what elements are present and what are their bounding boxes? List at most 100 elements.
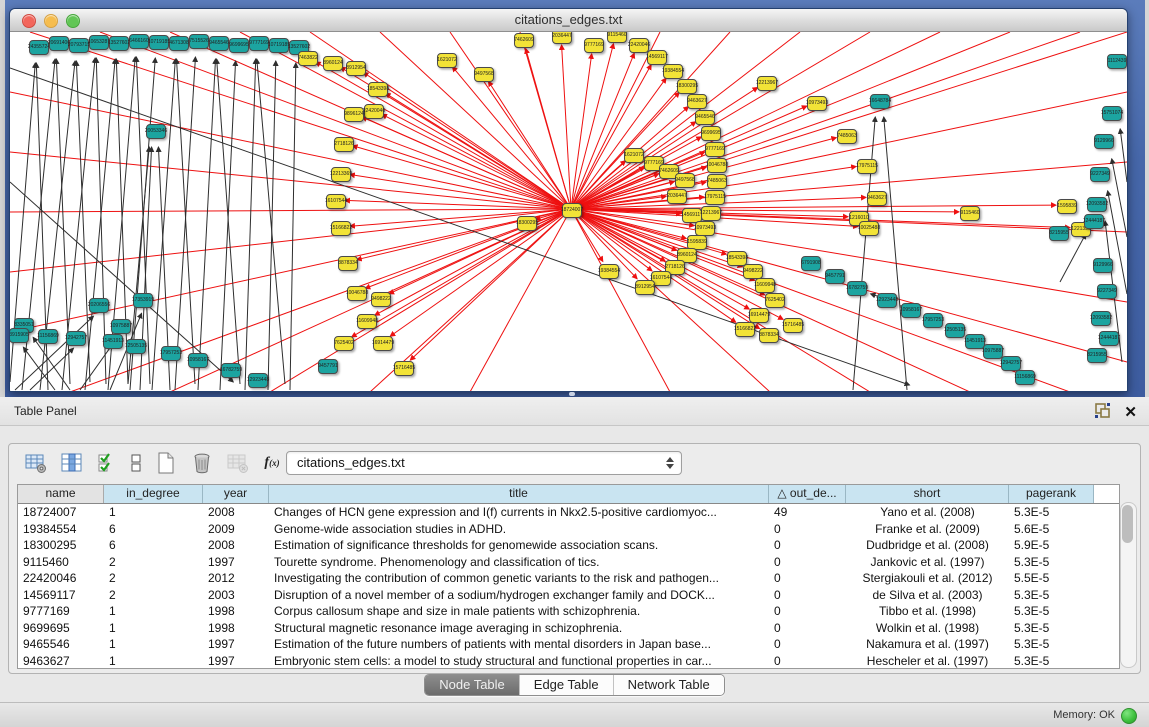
graph-node[interactable]: 12942757 — [66, 331, 86, 346]
graph-node[interactable]: 15716485 — [394, 361, 414, 376]
graph-node[interactable]: 7485063 — [837, 129, 857, 144]
graph-node[interactable]: 7625402 — [765, 293, 785, 308]
graph-node[interactable]: 9497568 — [474, 67, 494, 82]
memory-status-indicator-icon[interactable] — [1121, 708, 1137, 724]
float-panel-icon[interactable] — [1095, 403, 1110, 423]
graph-node[interactable]: 6466160 — [129, 34, 149, 49]
graph-node[interactable]: 15166822 — [331, 221, 351, 236]
graph-node[interactable]: 12213967 — [701, 206, 721, 221]
graph-node[interactable]: 10719185 — [269, 38, 289, 53]
graph-node[interactable]: 16914479 — [749, 308, 769, 323]
graph-node[interactable]: 18300295 — [677, 79, 697, 94]
select-rows-check-icon[interactable] — [95, 450, 121, 476]
graph-node[interactable]: 16914479 — [373, 336, 393, 351]
table-row[interactable]: 977716911998Corpus callosum shape and si… — [18, 603, 1119, 620]
graph-node[interactable]: 18543398 — [727, 251, 747, 266]
graph-node[interactable]: 9498222 — [371, 292, 391, 307]
graph-node[interactable]: 10973493 — [807, 96, 827, 111]
graph-node[interactable]: 7485063 — [707, 174, 727, 189]
graph-node[interactable]: 9457791 — [825, 269, 845, 284]
graph-node[interactable]: 9777169 — [705, 142, 725, 157]
graph-node[interactable]: 24355724 — [29, 40, 49, 55]
table-row[interactable]: 1938455462009Genome-wide association stu… — [18, 521, 1119, 538]
graph-node[interactable]: 7462609 — [514, 33, 534, 48]
graph-node[interactable]: 10025488 — [859, 221, 879, 236]
tab-network-table[interactable]: Network Table — [613, 675, 724, 695]
graph-node[interactable]: 9463627 — [687, 94, 707, 109]
graph-node[interactable]: 15751074 — [1102, 106, 1122, 121]
graph-node[interactable]: 11451913 — [103, 334, 123, 349]
window-titlebar[interactable]: citations_edges.txt — [10, 9, 1127, 32]
graph-node[interactable]: 9777169 — [249, 36, 269, 51]
graph-node[interactable]: 18300295 — [517, 216, 537, 231]
graph-node[interactable]: 10975887 — [983, 344, 1003, 359]
graph-node[interactable]: 8878334 — [759, 328, 779, 343]
column-header-in_degree[interactable]: in_degree — [104, 485, 203, 503]
graph-node[interactable]: 17957253 — [923, 313, 943, 328]
graph-node[interactable]: 20053346 — [146, 124, 166, 139]
graph-node[interactable]: 10958167 — [188, 353, 208, 368]
graph-node[interactable]: 9129966 — [1093, 258, 1113, 273]
graph-node[interactable]: 20206556 — [89, 298, 109, 313]
table-row[interactable]: 1830029562008Estimation of significance … — [18, 537, 1119, 554]
graph-node[interactable]: 9457791 — [318, 359, 338, 374]
graph-node[interactable]: 7625402 — [334, 336, 354, 351]
graph-node[interactable]: 6791908 — [801, 256, 821, 271]
graph-node[interactable]: 10958167 — [901, 303, 921, 318]
vertical-scrollbar[interactable] — [1120, 502, 1137, 668]
graph-node[interactable]: 11451913 — [965, 334, 985, 349]
graph-node[interactable]: 9699695 — [701, 126, 721, 141]
graph-node[interactable]: 17353919 — [133, 293, 153, 308]
graph-node[interactable]: 8960124 — [323, 56, 343, 71]
graph-node[interactable]: 9115460 — [607, 32, 627, 43]
graph-node[interactable]: 12444187 — [1084, 214, 1104, 229]
graph-node[interactable]: 1621072 — [437, 53, 457, 68]
graph-node[interactable]: 18543398 — [368, 82, 388, 97]
column-header-out_degree[interactable]: △ out_de... — [769, 485, 846, 503]
column-header-year[interactable]: year — [203, 485, 269, 503]
graph-node[interactable]: 3915905 — [10, 328, 29, 343]
graph-node[interactable]: 12923448 — [877, 293, 897, 308]
tab-node-table[interactable]: Node Table — [425, 675, 519, 695]
table-row[interactable]: 946554611997Estimation of the future num… — [18, 636, 1119, 653]
graph-node[interactable]: 16107544 — [326, 194, 346, 209]
graph-node[interactable]: 20793715 — [69, 38, 89, 53]
table-row[interactable]: 946362711997Embryonic stem cells: a mode… — [18, 653, 1119, 670]
graph-node[interactable]: 8215955 — [1087, 348, 1107, 363]
graph-node[interactable]: 2036447 — [552, 32, 572, 44]
graph-node[interactable]: 16648784 — [870, 94, 890, 109]
table-row[interactable]: 1872400712008Changes of HCN gene express… — [18, 504, 1119, 521]
graph-node[interactable]: 9699695 — [229, 38, 249, 53]
tab-edge-table[interactable]: Edge Table — [519, 675, 613, 695]
graph-node[interactable]: 17975115 — [857, 159, 877, 174]
graph-node[interactable]: 1595839 — [1057, 199, 1077, 214]
graph-node[interactable]: 16782759 — [847, 281, 867, 296]
graph-node[interactable]: 17975115 — [705, 190, 725, 205]
graph-node[interactable]: 22420046 — [364, 104, 384, 119]
graph-node[interactable]: 9465546 — [209, 36, 229, 51]
graph-node[interactable]: 11609948 — [357, 314, 377, 329]
table-selector-dropdown[interactable]: citations_edges.txt — [286, 451, 682, 475]
graph-node[interactable]: 19384554 — [599, 264, 619, 279]
graph-node[interactable]: 15166822 — [735, 322, 755, 337]
graph-node[interactable]: 9227349 — [1090, 167, 1110, 182]
graph-node[interactable]: 10046788 — [707, 158, 727, 173]
unselect-rows-icon[interactable] — [123, 450, 149, 476]
table-row[interactable]: 911546021997Tourette syndrome. Phenomeno… — [18, 554, 1119, 571]
graph-node[interactable]: 17957253 — [161, 346, 181, 361]
graph-node[interactable]: 15716485 — [783, 318, 803, 333]
graph-node[interactable]: 12213967 — [757, 76, 777, 91]
network-view-window[interactable]: citations_edges.txt 24355724206914062079… — [9, 8, 1128, 392]
graph-node[interactable]: 13527602 — [109, 36, 129, 51]
graph-node[interactable]: 7515526 — [189, 34, 209, 49]
new-table-icon[interactable] — [153, 450, 179, 476]
graph-node[interactable]: 9115460 — [960, 206, 980, 221]
graph-node[interactable]: 11156869 — [38, 329, 58, 344]
graph-node[interactable]: 10653287 — [89, 35, 109, 50]
graph-node[interactable]: 9498222 — [743, 264, 763, 279]
graph-node[interactable]: 12923448 — [248, 373, 268, 388]
graph-node[interactable]: 2718126 — [334, 137, 354, 152]
graph-node[interactable]: 9777169 — [584, 38, 604, 53]
graph-node[interactable]: 11156869 — [1015, 370, 1035, 385]
graph-node[interactable]: 9896124 — [344, 107, 364, 122]
